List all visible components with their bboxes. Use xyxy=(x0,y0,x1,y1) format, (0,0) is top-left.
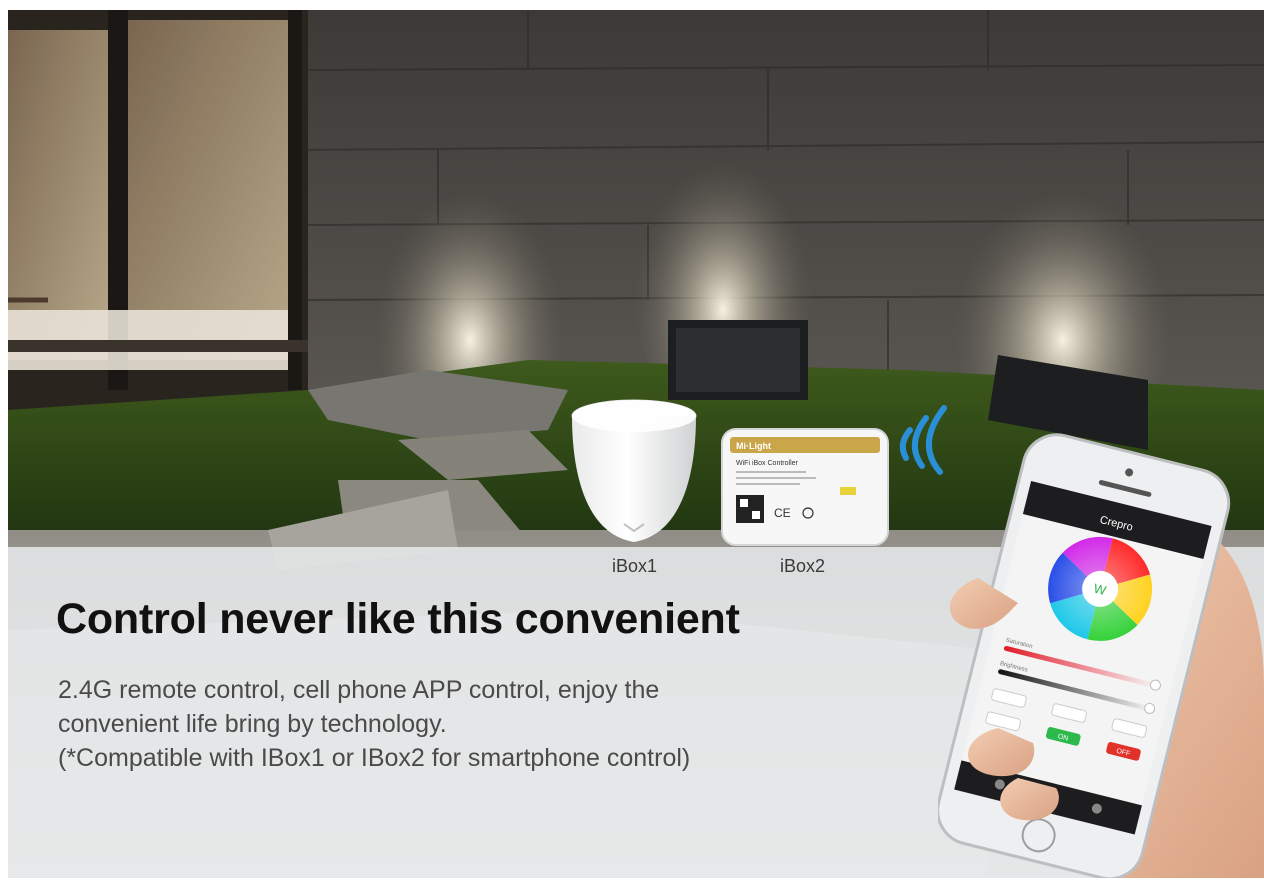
description-line-1: 2.4G remote control, cell phone APP cont… xyxy=(58,676,660,704)
description: 2.4G remote control, cell phone APP cont… xyxy=(58,673,690,775)
ibox2-label: iBox2 xyxy=(780,556,826,576)
description-line-2: convenient life bring by technology. xyxy=(58,710,447,738)
ibox1-device-image xyxy=(571,399,697,542)
ibox2-title-text: WiFi iBox Controller xyxy=(736,460,799,467)
headline: Control never like this convenient xyxy=(56,595,740,643)
ibox2-device-image: Mi·Light WiFi iBox Controller CE xyxy=(721,428,889,546)
smartphone-in-hand-image: Crepro W Saturation Brightness ON OFF xyxy=(938,433,1264,878)
description-line-3: (*Compatible with IBox1 or IBox2 for sma… xyxy=(58,744,691,772)
ibox1-label: iBox1 xyxy=(612,556,658,576)
svg-text:CE: CE xyxy=(774,506,791,520)
advert-frame: Mi·Light WiFi iBox Controller CE iBox1 i… xyxy=(8,10,1264,878)
ibox2-brand-text: Mi·Light xyxy=(736,441,771,451)
